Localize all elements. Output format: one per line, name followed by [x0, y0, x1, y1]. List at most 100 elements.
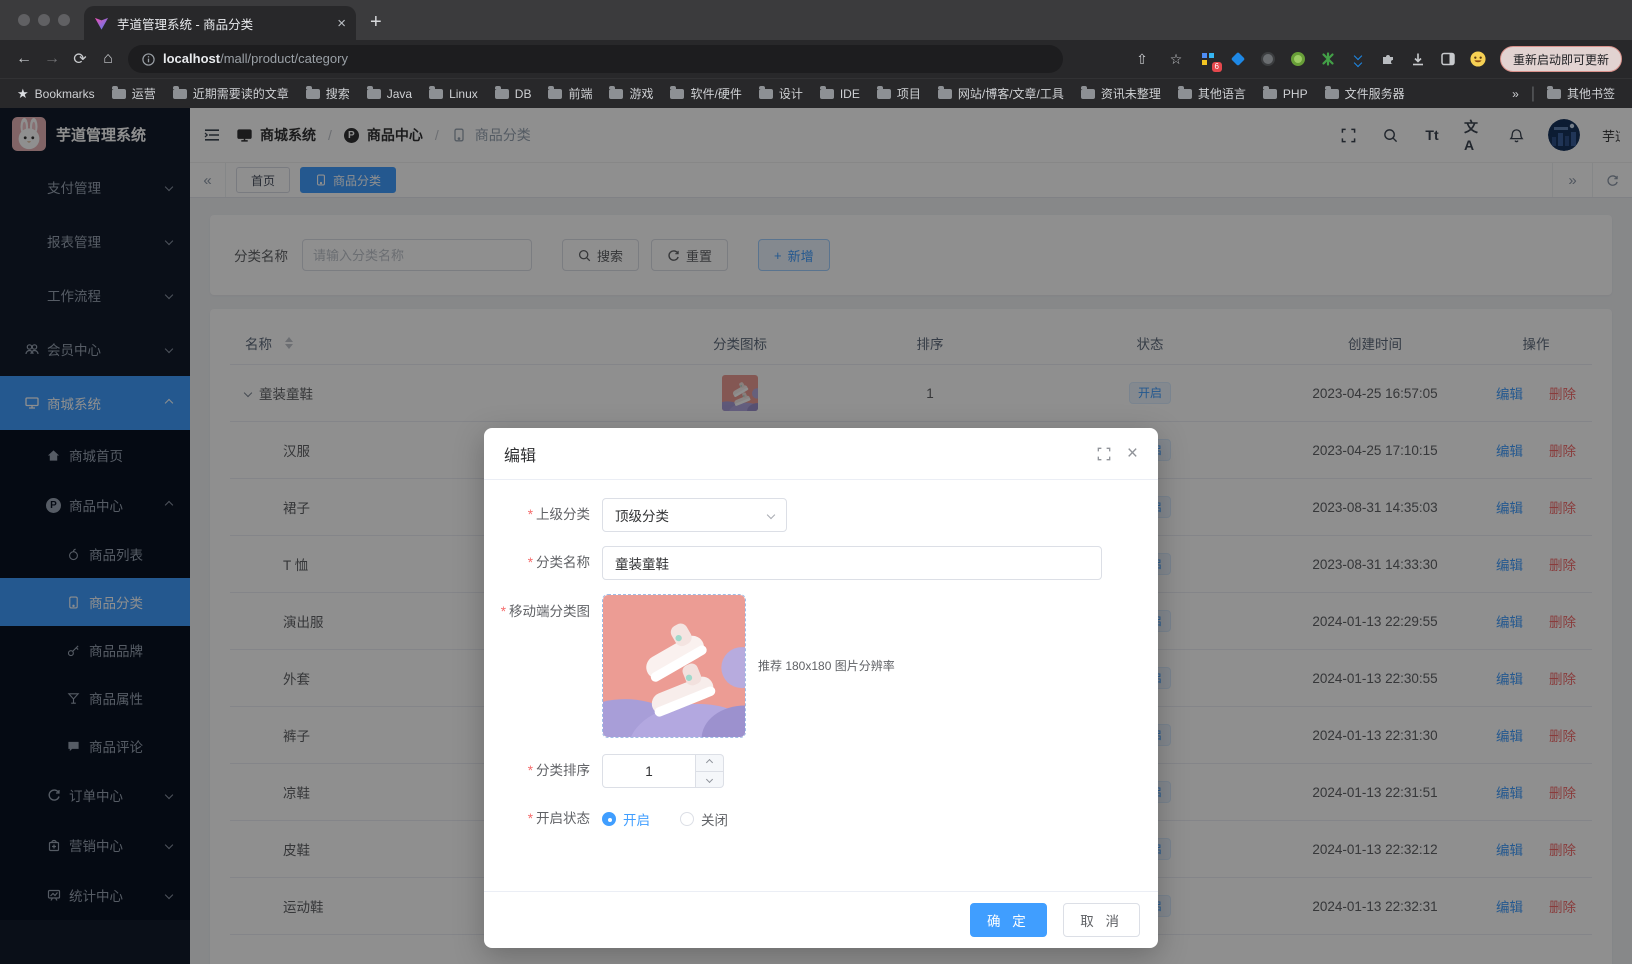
forward-icon[interactable]: →	[38, 45, 66, 73]
parent-category-select[interactable]: 顶级分类	[602, 498, 787, 532]
bookmark-star-icon[interactable]: ☆	[1166, 49, 1186, 69]
green-dot-extension-icon[interactable]	[1290, 51, 1306, 67]
confirm-button[interactable]: 确 定	[970, 903, 1047, 937]
zoom-window-button[interactable]	[58, 14, 70, 26]
image-hint: 推荐 180x180 图片分辨率	[758, 594, 895, 738]
bookmark-folder[interactable]: 网站/博客/文章/工具	[933, 85, 1069, 102]
folder-icon	[1263, 89, 1277, 99]
bookmark-folder[interactable]: 搜索	[301, 85, 355, 102]
url-path: /mall/product/category	[220, 51, 348, 66]
url-host: localhost	[163, 51, 220, 66]
other-bookmarks-folder[interactable]: 其他书签	[1542, 85, 1620, 102]
cancel-button[interactable]: 取 消	[1063, 903, 1140, 937]
stepper-up-icon[interactable]	[696, 755, 723, 772]
chevron-down-icon	[767, 511, 775, 519]
sort-value-field[interactable]	[602, 754, 696, 788]
radio-dot-icon	[602, 812, 616, 826]
bookmark-folder[interactable]: Java	[362, 87, 417, 101]
bookmarks-root[interactable]: ★Bookmarks	[12, 86, 100, 102]
number-stepper	[696, 754, 724, 788]
reload-icon[interactable]: ⟳	[66, 45, 94, 73]
address-bar[interactable]: localhost/mall/product/category	[128, 45, 1063, 73]
app-viewport: 芋道管理系统 支付管理 报表管理 工作流程 会员中心 商城系统	[0, 108, 1632, 964]
tab-title: 芋道管理系统 - 商品分类	[117, 14, 329, 33]
bookmark-folder[interactable]: 其他语言	[1173, 85, 1251, 102]
dialog-body: *上级分类 顶级分类 *分类名称 *移动端分类图 推荐 180x180 图片分辨…	[484, 480, 1158, 891]
bookmark-folder[interactable]: DB	[490, 87, 537, 101]
browser-toolbar: ← → ⟳ ⌂ localhost/mall/product/category …	[0, 40, 1632, 78]
category-name-field[interactable]	[602, 546, 1102, 580]
folder-icon	[820, 89, 834, 99]
folder-icon	[759, 89, 773, 99]
side-panel-icon[interactable]	[1440, 51, 1456, 67]
download-icon[interactable]	[1410, 51, 1426, 67]
folder-icon	[670, 89, 684, 99]
bookmarks-overflow-chevron[interactable]: »	[1507, 87, 1524, 101]
toolbar-right: ⇧ ☆ 6 重新启动即可更新	[1132, 46, 1622, 72]
bookmarks-divider: |	[1531, 85, 1535, 103]
status-radio-off[interactable]: 关闭	[680, 809, 728, 829]
folder-icon	[609, 89, 623, 99]
bookmark-folder[interactable]: 设计	[754, 85, 808, 102]
home-icon[interactable]: ⌂	[94, 45, 122, 73]
bookmark-folder[interactable]: PHP	[1258, 87, 1313, 101]
new-tab-button[interactable]: +	[370, 11, 382, 34]
stepper-down-icon[interactable]	[696, 772, 723, 788]
status-radio-on[interactable]: 开启	[602, 809, 650, 829]
bookmark-folder[interactable]: IDE	[815, 87, 865, 101]
folder-icon	[938, 89, 952, 99]
category-image-upload[interactable]	[602, 594, 746, 738]
bookmark-folder[interactable]: 软件/硬件	[665, 85, 746, 102]
bookmark-folder[interactable]: 近期需要读的文章	[168, 85, 294, 102]
browser-tabstrip: 芋道管理系统 - 商品分类 × +	[0, 0, 1632, 40]
folder-icon	[367, 89, 381, 99]
bookmarks-bar: ★Bookmarks 运营 近期需要读的文章 搜索 Java Linux DB …	[0, 78, 1632, 108]
folder-icon	[173, 89, 187, 99]
mobile-image-label: *移动端分类图	[484, 594, 602, 622]
folder-icon	[495, 89, 509, 99]
category-name-label: *分类名称	[484, 546, 602, 580]
bookmark-folder[interactable]: 运营	[107, 85, 161, 102]
bookmark-folder[interactable]: Linux	[424, 87, 483, 101]
double-chevron-extension-icon[interactable]	[1350, 51, 1366, 67]
macos-window-controls[interactable]	[18, 14, 70, 26]
bookmark-folder[interactable]: 文件服务器	[1320, 85, 1410, 102]
minimize-window-button[interactable]	[38, 14, 50, 26]
folder-icon	[306, 89, 320, 99]
bookmark-folder[interactable]: 项目	[872, 85, 926, 102]
bookmark-folder[interactable]: 资讯未整理	[1076, 85, 1166, 102]
bookmark-folder[interactable]: 前端	[543, 85, 597, 102]
folder-icon	[548, 89, 562, 99]
chrome-update-button[interactable]: 重新启动即可更新	[1500, 46, 1622, 72]
folder-icon	[1081, 89, 1095, 99]
status-label: *开启状态	[484, 802, 602, 836]
browser-tab[interactable]: 芋道管理系统 - 商品分类 ×	[84, 6, 356, 40]
dialog-header: 编辑 ×	[484, 428, 1158, 480]
dialog-title: 编辑	[504, 442, 536, 466]
profile-emoji-icon[interactable]	[1470, 51, 1486, 67]
tab-close-icon[interactable]: ×	[337, 16, 346, 31]
folder-icon	[1178, 89, 1192, 99]
bookmark-folder[interactable]: 游戏	[604, 85, 658, 102]
folder-icon	[429, 89, 443, 99]
site-info-icon[interactable]	[142, 53, 155, 66]
translate-drop-extension-icon[interactable]	[1230, 51, 1246, 67]
dialog-fullscreen-icon[interactable]	[1097, 447, 1111, 461]
close-window-button[interactable]	[18, 14, 30, 26]
category-sort-label: *分类排序	[484, 754, 602, 788]
folder-icon	[877, 89, 891, 99]
dialog-close-icon[interactable]: ×	[1127, 444, 1138, 463]
site-favicon	[94, 16, 109, 31]
folder-icon	[1325, 89, 1339, 99]
share-icon[interactable]: ⇧	[1132, 49, 1152, 69]
back-icon[interactable]: ←	[10, 45, 38, 73]
green-star-extension-icon[interactable]	[1320, 51, 1336, 67]
dialog-footer: 确 定 取 消	[484, 891, 1158, 948]
extensions-puzzle-icon[interactable]	[1380, 51, 1396, 67]
category-image	[603, 595, 745, 737]
folder-icon	[1547, 89, 1561, 99]
sort-number-input	[602, 754, 724, 788]
radio-dot-icon	[680, 812, 694, 826]
dark-sphere-extension-icon[interactable]	[1260, 51, 1276, 67]
extension-grid-icon[interactable]: 6	[1200, 51, 1216, 67]
